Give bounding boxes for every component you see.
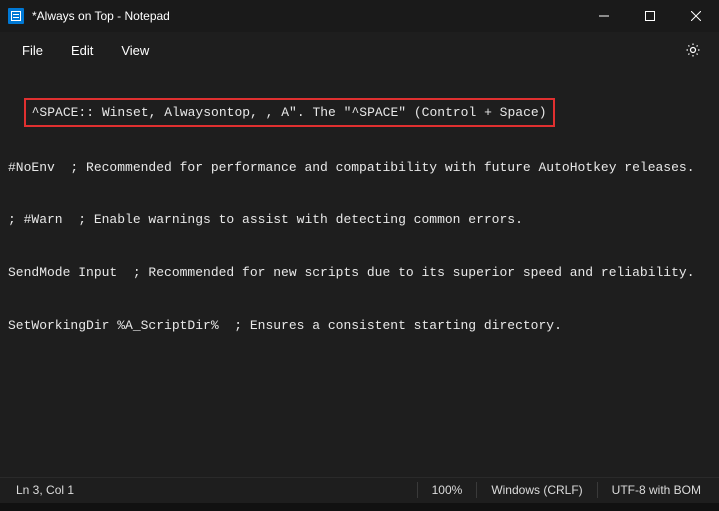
status-line-ending: Windows (CRLF) — [477, 483, 596, 497]
close-button[interactable] — [673, 0, 719, 32]
code-line-highlighted: ^SPACE:: Winset, Alwaysontop, , A". The … — [32, 105, 547, 120]
code-line: SendMode Input ; Recommended for new scr… — [8, 264, 711, 282]
status-zoom[interactable]: 100% — [418, 483, 477, 497]
settings-button[interactable] — [675, 36, 711, 64]
title-bar: *Always on Top - Notepad — [0, 0, 719, 32]
status-cursor-position: Ln 3, Col 1 — [4, 483, 86, 497]
code-line: ; #Warn ; Enable warnings to assist with… — [8, 211, 711, 229]
status-encoding: UTF-8 with BOM — [598, 483, 715, 497]
menu-view[interactable]: View — [107, 37, 163, 64]
app-icon — [8, 8, 24, 24]
status-bar: Ln 3, Col 1 100% Windows (CRLF) UTF-8 wi… — [0, 477, 719, 501]
minimize-button[interactable] — [581, 0, 627, 32]
maximize-button[interactable] — [627, 0, 673, 32]
gear-icon — [685, 42, 701, 58]
window-controls — [581, 0, 719, 32]
window-title: *Always on Top - Notepad — [32, 9, 170, 23]
text-editor[interactable]: ^SPACE:: Winset, Alwaysontop, , A". The … — [0, 68, 719, 364]
window-border — [0, 503, 719, 511]
code-line: #NoEnv ; Recommended for performance and… — [8, 159, 711, 177]
highlighted-region: ^SPACE:: Winset, Alwaysontop, , A". The … — [24, 98, 555, 128]
code-line: SetWorkingDir %A_ScriptDir% ; Ensures a … — [8, 317, 711, 335]
menu-bar: File Edit View — [0, 32, 719, 68]
menu-file[interactable]: File — [8, 37, 57, 64]
menu-edit[interactable]: Edit — [57, 37, 107, 64]
